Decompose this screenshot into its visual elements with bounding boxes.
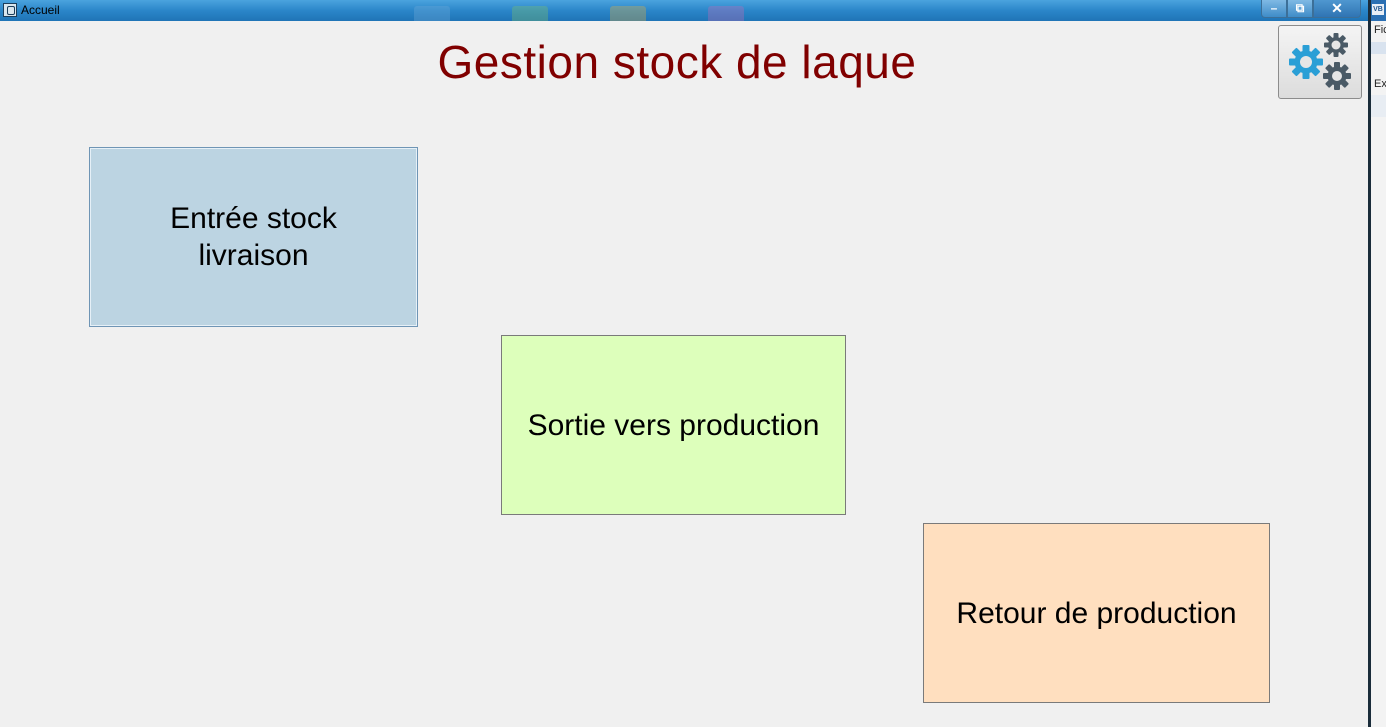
taskbar-ghost-icon — [610, 6, 646, 21]
window-title: Accueil — [21, 3, 60, 17]
retour-de-production-button[interactable]: Retour de production — [923, 523, 1270, 703]
restore-button[interactable]: ⧉ — [1287, 0, 1313, 18]
gears-icon — [1289, 33, 1351, 90]
panel-fragment: Ex — [1374, 78, 1386, 90]
vb-badge-icon: VB — [1372, 4, 1384, 15]
minimize-button[interactable]: – — [1261, 0, 1287, 18]
settings-button[interactable] — [1278, 25, 1362, 99]
sortie-vers-production-label: Sortie vers production — [527, 408, 820, 442]
entree-stock-livraison-label: Entrée stock livraison — [170, 202, 337, 272]
retour-de-production-label: Retour de production — [956, 596, 1237, 630]
menu-fragment: Fic — [1374, 24, 1386, 36]
page-title: Gestion stock de laque — [437, 36, 917, 88]
title-bar[interactable]: Accueil – ⧉ ✕ — [0, 0, 1368, 21]
toolbar-fragment — [1371, 42, 1386, 54]
taskbar-ghost-icon — [512, 6, 548, 21]
close-button[interactable]: ✕ — [1313, 0, 1361, 18]
app-window: Accueil – ⧉ ✕ VB Fic Ex Gestion stock de… — [0, 0, 1386, 727]
taskbar-ghost-icon — [414, 6, 450, 21]
background-window-strip: VB Fic Ex — [1368, 0, 1386, 727]
panel-header-fragment — [1371, 95, 1386, 117]
taskbar-ghost-icon — [708, 6, 744, 21]
app-icon — [3, 3, 17, 17]
sortie-vers-production-button[interactable]: Sortie vers production — [501, 335, 846, 515]
entree-stock-livraison-button[interactable]: Entrée stock livraison — [89, 147, 418, 327]
background-window-titlebar: VB — [1371, 0, 1386, 21]
